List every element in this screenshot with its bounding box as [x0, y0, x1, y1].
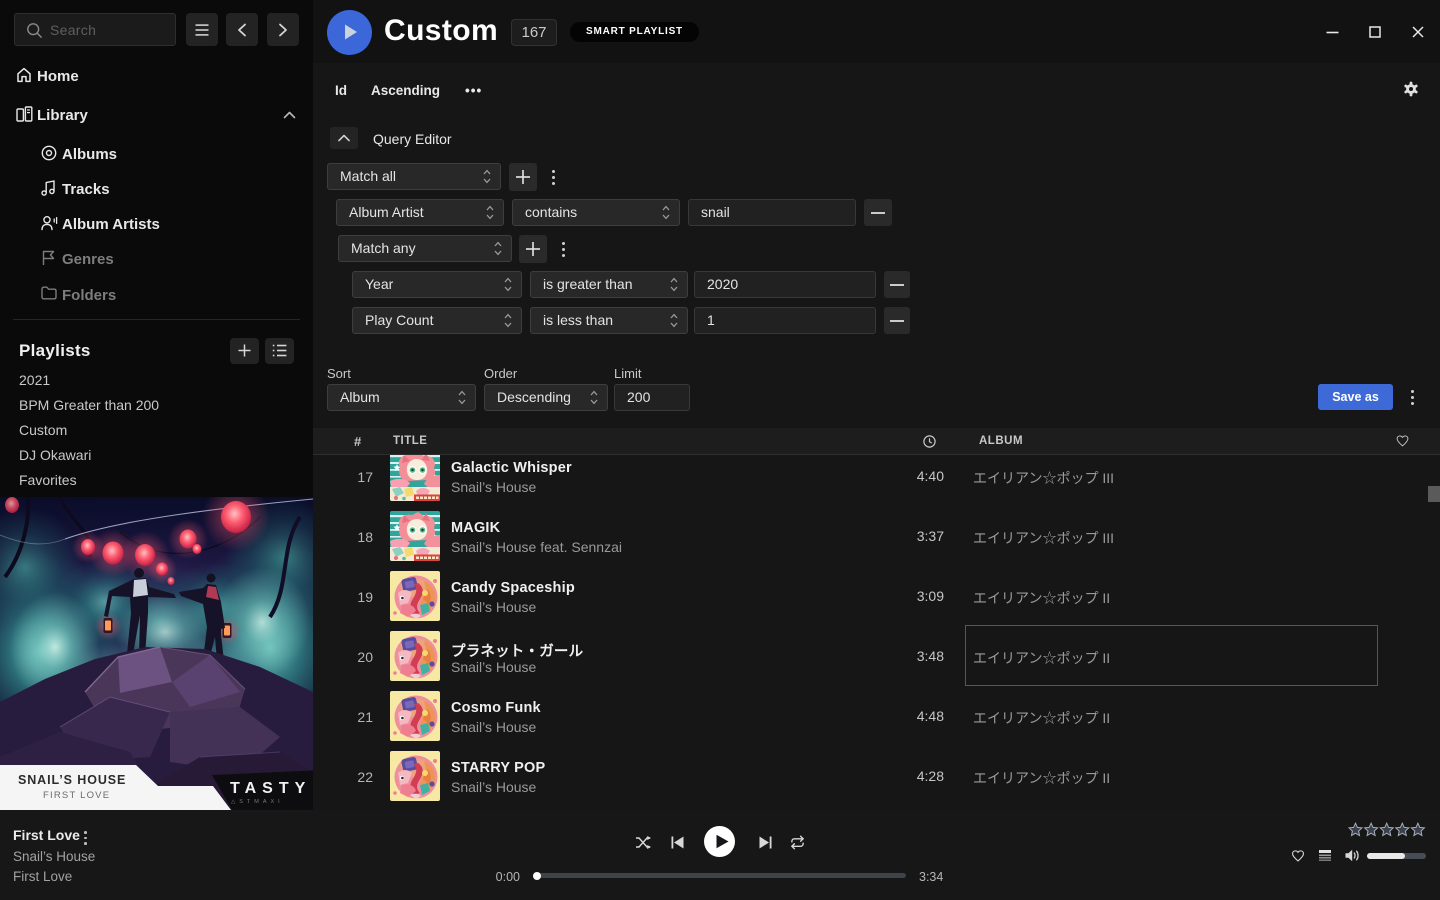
svg-text:SNAIL’S HOUSE: SNAIL’S HOUSE	[18, 773, 126, 787]
svg-text:TASTY: TASTY	[230, 780, 311, 797]
svg-text:FIRST LOVE: FIRST LOVE	[43, 790, 110, 801]
svg-text:△STMAXI: △STMAXI	[231, 799, 284, 805]
